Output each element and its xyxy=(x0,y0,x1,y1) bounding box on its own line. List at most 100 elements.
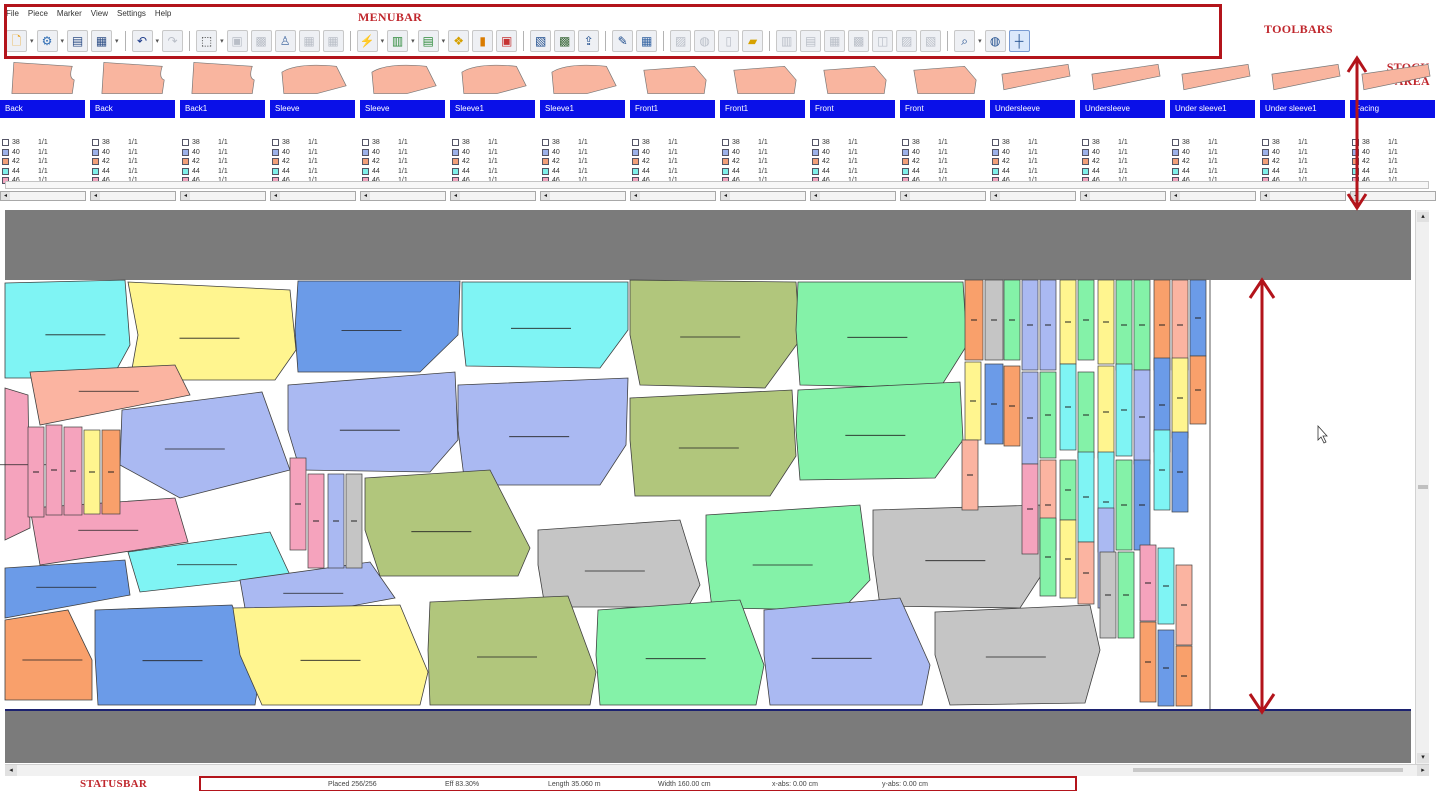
stock-piece-scrollbar[interactable]: ◂ xyxy=(630,191,716,201)
size-row[interactable]: 44 1/1 xyxy=(452,167,534,177)
size-row[interactable]: 42 1/1 xyxy=(542,157,624,167)
scroll-thumb[interactable] xyxy=(1133,768,1403,772)
size-row[interactable]: 44 1/1 xyxy=(1352,167,1434,177)
size-checkbox[interactable] xyxy=(632,148,639,156)
scroll-thumb[interactable] xyxy=(1418,485,1428,489)
size-row[interactable]: 44 1/1 xyxy=(272,167,354,177)
stock-piece-title[interactable]: Facing xyxy=(1350,100,1437,118)
stock-piece-title[interactable]: Front xyxy=(810,100,897,118)
size-checkbox[interactable] xyxy=(92,139,99,147)
size-row[interactable]: 40 1/1 xyxy=(1082,148,1164,158)
size-row[interactable]: 44 1/1 xyxy=(182,167,264,177)
scroll-down-icon[interactable]: ▾ xyxy=(1417,753,1429,763)
size-checkbox[interactable] xyxy=(902,139,909,147)
stock-piece-title[interactable]: Under sleeve1 xyxy=(1260,100,1347,118)
size-checkbox[interactable] xyxy=(542,167,549,175)
size-row[interactable]: 38 1/1 xyxy=(92,138,174,148)
size-checkbox[interactable] xyxy=(902,158,909,166)
stock-piece-scrollbar[interactable]: ◂ xyxy=(990,191,1076,201)
stock-piece-thumbnail[interactable] xyxy=(1088,60,1162,96)
size-row[interactable]: 38 1/1 xyxy=(1172,138,1254,148)
stock-piece-title[interactable]: Back1 xyxy=(180,100,267,118)
size-checkbox[interactable] xyxy=(632,139,639,147)
size-row[interactable]: 42 1/1 xyxy=(1172,157,1254,167)
size-checkbox[interactable] xyxy=(1172,139,1179,147)
stock-piece-thumbnail[interactable] xyxy=(908,60,982,96)
stock-piece-thumbnail[interactable] xyxy=(368,60,442,96)
scroll-left-icon[interactable]: ◂ xyxy=(271,192,280,200)
size-row[interactable]: 38 1/1 xyxy=(902,138,984,148)
size-checkbox[interactable] xyxy=(272,158,279,166)
size-checkbox[interactable] xyxy=(362,167,369,175)
size-checkbox[interactable] xyxy=(722,158,729,166)
stock-piece-title[interactable]: Front1 xyxy=(720,100,807,118)
size-row[interactable]: 40 1/1 xyxy=(92,148,174,158)
size-checkbox[interactable] xyxy=(632,167,639,175)
size-checkbox[interactable] xyxy=(92,158,99,166)
size-row[interactable]: 38 1/1 xyxy=(182,138,264,148)
stock-piece-scrollbar[interactable]: ◂ xyxy=(1170,191,1256,201)
stock-piece-thumbnail[interactable] xyxy=(458,60,532,96)
size-row[interactable]: 40 1/1 xyxy=(992,148,1074,158)
stock-piece-thumbnail[interactable] xyxy=(278,60,352,96)
stock-piece-title[interactable]: Front1 xyxy=(630,100,717,118)
size-checkbox[interactable] xyxy=(272,167,279,175)
size-checkbox[interactable] xyxy=(92,167,99,175)
stock-piece-title[interactable]: Sleeve1 xyxy=(540,100,627,118)
size-checkbox[interactable] xyxy=(182,167,189,175)
scroll-left-icon[interactable]: ◂ xyxy=(451,192,460,200)
size-row[interactable]: 38 1/1 xyxy=(542,138,624,148)
stock-piece-thumbnail[interactable] xyxy=(1178,60,1252,96)
marker-horizontal-scrollbar[interactable]: ◂ ▸ xyxy=(5,764,1429,776)
size-checkbox[interactable] xyxy=(452,148,459,156)
stock-piece-title[interactable]: Sleeve xyxy=(270,100,357,118)
stock-piece-scrollbar[interactable]: ◂ xyxy=(1350,191,1436,201)
size-row[interactable]: 44 1/1 xyxy=(542,167,624,177)
size-checkbox[interactable] xyxy=(2,167,9,175)
scroll-left-icon[interactable]: ◂ xyxy=(1171,192,1180,200)
scroll-left-icon[interactable]: ◂ xyxy=(1351,192,1360,200)
size-checkbox[interactable] xyxy=(542,148,549,156)
size-row[interactable]: 42 1/1 xyxy=(992,157,1074,167)
size-row[interactable]: 42 1/1 xyxy=(182,157,264,167)
size-row[interactable]: 38 1/1 xyxy=(1082,138,1164,148)
size-checkbox[interactable] xyxy=(1172,158,1179,166)
size-checkbox[interactable] xyxy=(1262,139,1269,147)
stock-piece-scrollbar[interactable]: ◂ xyxy=(270,191,356,201)
scroll-right-icon[interactable]: ▸ xyxy=(1417,765,1429,776)
stock-piece-thumbnail[interactable] xyxy=(818,60,892,96)
size-row[interactable]: 42 1/1 xyxy=(902,157,984,167)
size-row[interactable]: 42 1/1 xyxy=(1352,157,1434,167)
size-row[interactable]: 40 1/1 xyxy=(1352,148,1434,158)
size-row[interactable]: 42 1/1 xyxy=(722,157,804,167)
stock-piece-scrollbar[interactable]: ◂ xyxy=(1080,191,1166,201)
stock-piece-scrollbar[interactable]: ◂ xyxy=(1260,191,1346,201)
size-checkbox[interactable] xyxy=(272,148,279,156)
size-checkbox[interactable] xyxy=(1262,158,1269,166)
stock-piece-scrollbar[interactable]: ◂ xyxy=(90,191,176,201)
scroll-left-icon[interactable]: ◂ xyxy=(1261,192,1270,200)
stock-piece-thumbnail[interactable] xyxy=(8,60,82,96)
size-checkbox[interactable] xyxy=(362,158,369,166)
stock-piece-thumbnail[interactable] xyxy=(548,60,622,96)
size-checkbox[interactable] xyxy=(542,139,549,147)
size-row[interactable]: 40 1/1 xyxy=(902,148,984,158)
stock-piece-thumbnail[interactable] xyxy=(638,60,712,96)
size-checkbox[interactable] xyxy=(632,158,639,166)
size-row[interactable]: 42 1/1 xyxy=(1262,157,1344,167)
size-row[interactable]: 44 1/1 xyxy=(632,167,714,177)
size-row[interactable]: 42 1/1 xyxy=(1082,157,1164,167)
stock-piece-title[interactable]: Undersleeve xyxy=(1080,100,1167,118)
size-row[interactable]: 38 1/1 xyxy=(992,138,1074,148)
stock-piece-scrollbar[interactable]: ◂ xyxy=(540,191,626,201)
stock-piece-title[interactable]: Undersleeve xyxy=(990,100,1077,118)
size-checkbox[interactable] xyxy=(362,139,369,147)
stock-piece-thumbnail[interactable] xyxy=(188,60,262,96)
size-checkbox[interactable] xyxy=(1352,158,1359,166)
size-checkbox[interactable] xyxy=(992,139,999,147)
size-row[interactable]: 42 1/1 xyxy=(2,157,84,167)
size-checkbox[interactable] xyxy=(542,158,549,166)
size-row[interactable]: 40 1/1 xyxy=(722,148,804,158)
size-checkbox[interactable] xyxy=(1262,148,1269,156)
size-checkbox[interactable] xyxy=(722,148,729,156)
